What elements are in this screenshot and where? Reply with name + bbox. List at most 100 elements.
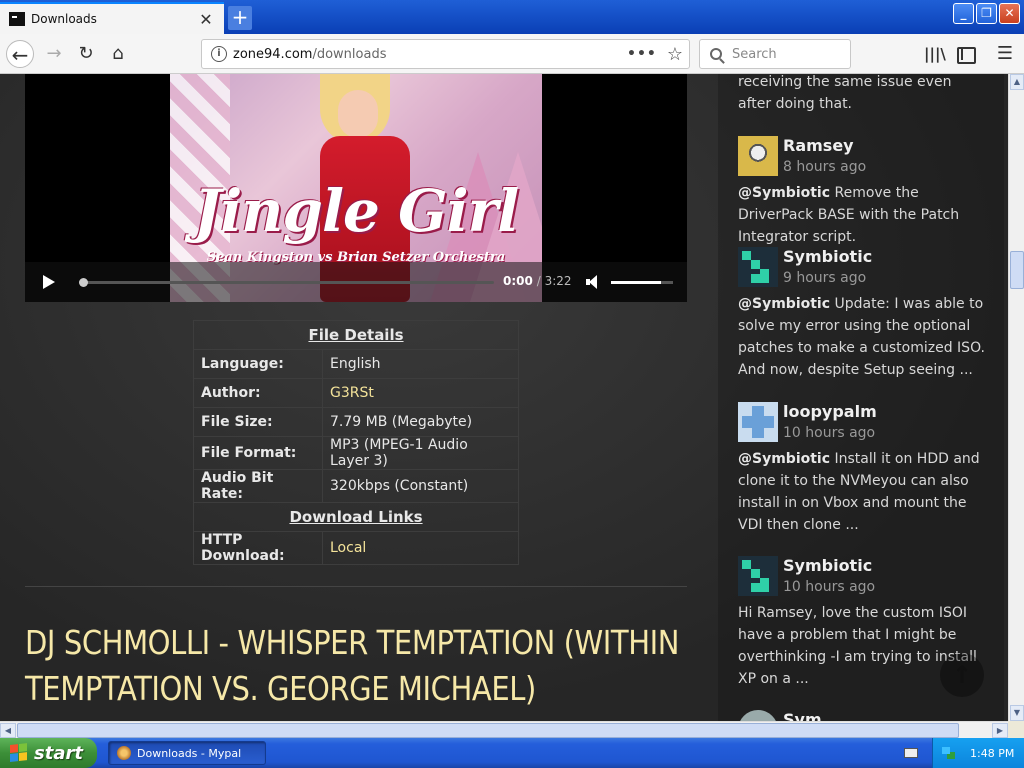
- time-separator: /: [536, 274, 541, 288]
- detail-key: HTTP Download:: [193, 531, 323, 565]
- comments-sidebar: receiving the same issue even after doin…: [718, 74, 1004, 721]
- page-actions-icon[interactable]: •••: [627, 46, 657, 62]
- close-tab-icon[interactable]: ✕: [196, 10, 216, 29]
- comment-time: 10 hours ago: [783, 579, 876, 595]
- detail-value: 7.79 MB (Megabyte): [322, 407, 519, 437]
- comment-author[interactable]: Ramsey: [783, 136, 866, 156]
- post-title[interactable]: DJ SCHMOLLI - WHISPER TEMPTATION (WITHIN…: [25, 620, 694, 712]
- time-duration: 3:22: [544, 274, 572, 288]
- windows-logo-icon: [10, 743, 28, 763]
- avatar[interactable]: [738, 402, 778, 442]
- detail-value: MP3 (MPEG-1 Audio Layer 3): [322, 436, 519, 470]
- page-content: Jingle Girl Sean Kingston vs Brian Setze…: [0, 74, 1008, 721]
- main-column: Jingle Girl Sean Kingston vs Brian Setze…: [0, 74, 706, 721]
- volume-icon[interactable]: [586, 275, 600, 289]
- detail-key: Audio Bit Rate:: [193, 469, 323, 503]
- minimize-button[interactable]: _: [953, 3, 974, 24]
- file-details-table: File Details Language: English Author: G3R…: [193, 320, 519, 565]
- taskbar-item-mypal[interactable]: Downloads - Mypal: [108, 741, 266, 765]
- network-icon[interactable]: [942, 747, 956, 759]
- tab-title: Downloads: [31, 12, 97, 26]
- comment-item[interactable]: Ramsey 8 hours ago @Symbiotic Remove the …: [738, 136, 988, 248]
- comment-time: 9 hours ago: [783, 270, 867, 286]
- table-row: Language: English: [193, 349, 519, 379]
- reload-icon[interactable]: ↻: [72, 40, 100, 68]
- close-window-button[interactable]: ✕: [999, 3, 1020, 24]
- back-arrow-icon[interactable]: ←: [6, 40, 34, 68]
- url-domain: zone94.com: [233, 46, 313, 62]
- scrollbar-thumb[interactable]: [1010, 251, 1024, 289]
- home-icon[interactable]: ⌂: [104, 40, 132, 68]
- horizontal-scrollbar[interactable]: ◀ ▶: [0, 721, 1008, 738]
- comment-time: 8 hours ago: [783, 159, 867, 175]
- comment-body: @Symbiotic Update: I was able to solve m…: [738, 293, 988, 381]
- audio-player[interactable]: Jingle Girl Sean Kingston vs Brian Setze…: [25, 74, 687, 302]
- url-text[interactable]: zone94.com/downloads: [233, 47, 627, 62]
- window-controls: _ ❐ ✕: [953, 3, 1020, 24]
- scroll-right-arrow-icon[interactable]: ▶: [992, 723, 1008, 738]
- avatar[interactable]: [738, 136, 778, 176]
- table-row: File Format: MP3 (MPEG-1 Audio Layer 3): [193, 436, 519, 470]
- avatar[interactable]: [738, 556, 778, 596]
- scroll-left-arrow-icon[interactable]: ◀: [0, 723, 16, 738]
- detail-key: File Size:: [193, 407, 323, 437]
- comment-author[interactable]: loopypalm: [783, 402, 877, 422]
- scroll-to-top-button[interactable]: ↑: [940, 653, 984, 697]
- start-label: start: [34, 742, 83, 764]
- detail-key: Author:: [193, 378, 323, 408]
- address-bar[interactable]: i zone94.com/downloads ••• ☆: [201, 39, 690, 69]
- player-controls: 0:00 / 3:22: [25, 262, 687, 302]
- sidebar-icon[interactable]: [955, 44, 976, 64]
- maximize-button[interactable]: ❐: [976, 3, 997, 24]
- url-path: /downloads: [312, 46, 387, 62]
- avatar[interactable]: [738, 247, 778, 287]
- comment-fragment: receiving the same issue even after doin…: [738, 74, 952, 112]
- terminal-icon: [9, 12, 25, 26]
- bookmark-star-icon[interactable]: ☆: [667, 44, 683, 65]
- taskbar: start Downloads - Mypal 1:48 PM: [0, 738, 1024, 768]
- progress-bar[interactable]: [79, 278, 494, 287]
- comment-body: @Symbiotic Install it on HDD and clone i…: [738, 448, 988, 536]
- author-link[interactable]: G3RSt: [322, 378, 519, 408]
- keyboard-icon[interactable]: [904, 748, 918, 758]
- comment-time: 10 hours ago: [783, 425, 876, 441]
- local-download-link[interactable]: Local: [322, 531, 519, 565]
- scrollbar-thumb[interactable]: [17, 723, 959, 738]
- clock[interactable]: 1:48 PM: [970, 747, 1014, 760]
- taskbar-item-label: Downloads - Mypal: [137, 746, 242, 760]
- volume-slider[interactable]: [611, 281, 673, 284]
- start-button[interactable]: start: [0, 738, 97, 768]
- tab-downloads[interactable]: Downloads ✕: [0, 2, 224, 34]
- mention[interactable]: @Symbiotic: [738, 296, 830, 312]
- comment-author[interactable]: Symbiotic: [783, 556, 875, 576]
- comment-item[interactable]: Symbiotic 9 hours ago @Symbiotic Update: …: [738, 247, 988, 381]
- scroll-down-arrow-icon[interactable]: ▼: [1010, 705, 1024, 721]
- mention[interactable]: @Symbiotic: [738, 451, 830, 467]
- forward-arrow-icon[interactable]: →: [40, 40, 68, 68]
- divider: [25, 586, 687, 587]
- mention[interactable]: @Symbiotic: [738, 185, 830, 201]
- search-input[interactable]: Search: [699, 39, 851, 69]
- hamburger-menu-icon[interactable]: ☰: [995, 44, 1015, 64]
- comment-author[interactable]: Symbiotic: [783, 247, 872, 267]
- album-title: Jingle Girl: [193, 177, 519, 245]
- mypal-icon: [117, 746, 131, 760]
- tab-bar: Downloads ✕ + _ ❐ ✕: [0, 0, 1024, 34]
- navigation-toolbar: ← → ↻ ⌂ i zone94.com/downloads ••• ☆ Sea…: [0, 34, 1024, 74]
- comment-author[interactable]: Sym: [783, 710, 822, 721]
- comment-item[interactable]: Sym: [738, 710, 988, 721]
- table-row: File Size: 7.79 MB (Megabyte): [193, 407, 519, 437]
- download-links-header: Download Links: [193, 502, 519, 532]
- comment-item[interactable]: loopypalm 10 hours ago @Symbiotic Install…: [738, 402, 988, 536]
- volume-level: [611, 281, 661, 284]
- new-tab-button[interactable]: +: [228, 6, 252, 30]
- library-icon[interactable]: |||\: [924, 44, 946, 64]
- scroll-up-arrow-icon[interactable]: ▲: [1010, 74, 1024, 90]
- table-row: Author: G3RSt: [193, 378, 519, 408]
- vertical-scrollbar[interactable]: ▲ ▼: [1008, 74, 1024, 721]
- avatar[interactable]: [738, 710, 778, 721]
- progress-knob[interactable]: [79, 278, 88, 287]
- table-row: HTTP Download: Local: [193, 531, 519, 565]
- play-icon[interactable]: [43, 275, 55, 289]
- info-icon[interactable]: i: [211, 46, 227, 62]
